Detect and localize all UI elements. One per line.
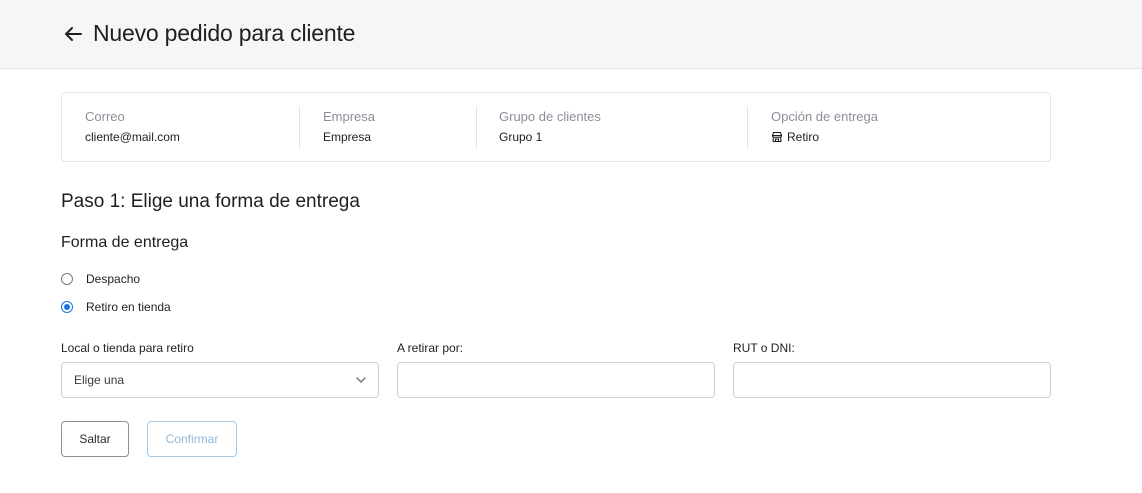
email-value: cliente@mail.com [85,130,180,144]
skip-button[interactable]: Saltar [61,421,129,457]
page-title: Nuevo pedido para cliente [93,20,356,46]
delivery-value-row: Retiro [771,130,819,144]
summary-divider [476,106,477,149]
group-value: Grupo 1 [499,130,543,144]
store-select[interactable]: Elige una [61,362,379,398]
page-header: Nuevo pedido para cliente [0,0,1142,69]
arrow-left-icon [65,27,82,41]
section-title: Forma de entrega [61,234,189,251]
company-value: Empresa [323,130,372,144]
store-icon [771,131,783,143]
radio-label: Despacho [86,272,141,286]
step-title: Paso 1: Elige una forma de entrega [61,191,360,212]
rut-input[interactable] [733,362,1051,398]
delivery-value: Retiro [787,130,820,144]
chevron-down-icon [356,377,366,383]
pickup-by-label: A retirar por: [397,341,464,355]
radio-button[interactable] [61,273,73,285]
customer-summary-card: Correo cliente@mail.com Empresa Empresa … [61,92,1051,162]
email-label: Correo [85,109,125,124]
rut-label: RUT o DNI: [733,341,795,355]
radio-option-retiro-en-tienda[interactable]: Retiro en tienda [61,299,171,315]
radio-option-despacho[interactable]: Despacho [61,271,140,287]
store-label: Local o tienda para retiro [61,341,194,355]
company-label: Empresa [323,109,376,124]
confirm-button[interactable]: Confirmar [147,421,237,457]
radio-label: Retiro en tienda [86,300,171,314]
pickup-by-input[interactable] [397,362,715,398]
back-button[interactable] [62,23,84,45]
group-label: Grupo de clientes [499,109,601,124]
store-select-value: Elige una [74,373,125,387]
delivery-label: Opción de entrega [771,109,878,124]
summary-divider [747,106,748,149]
radio-button[interactable] [61,301,73,313]
summary-divider [299,106,300,149]
